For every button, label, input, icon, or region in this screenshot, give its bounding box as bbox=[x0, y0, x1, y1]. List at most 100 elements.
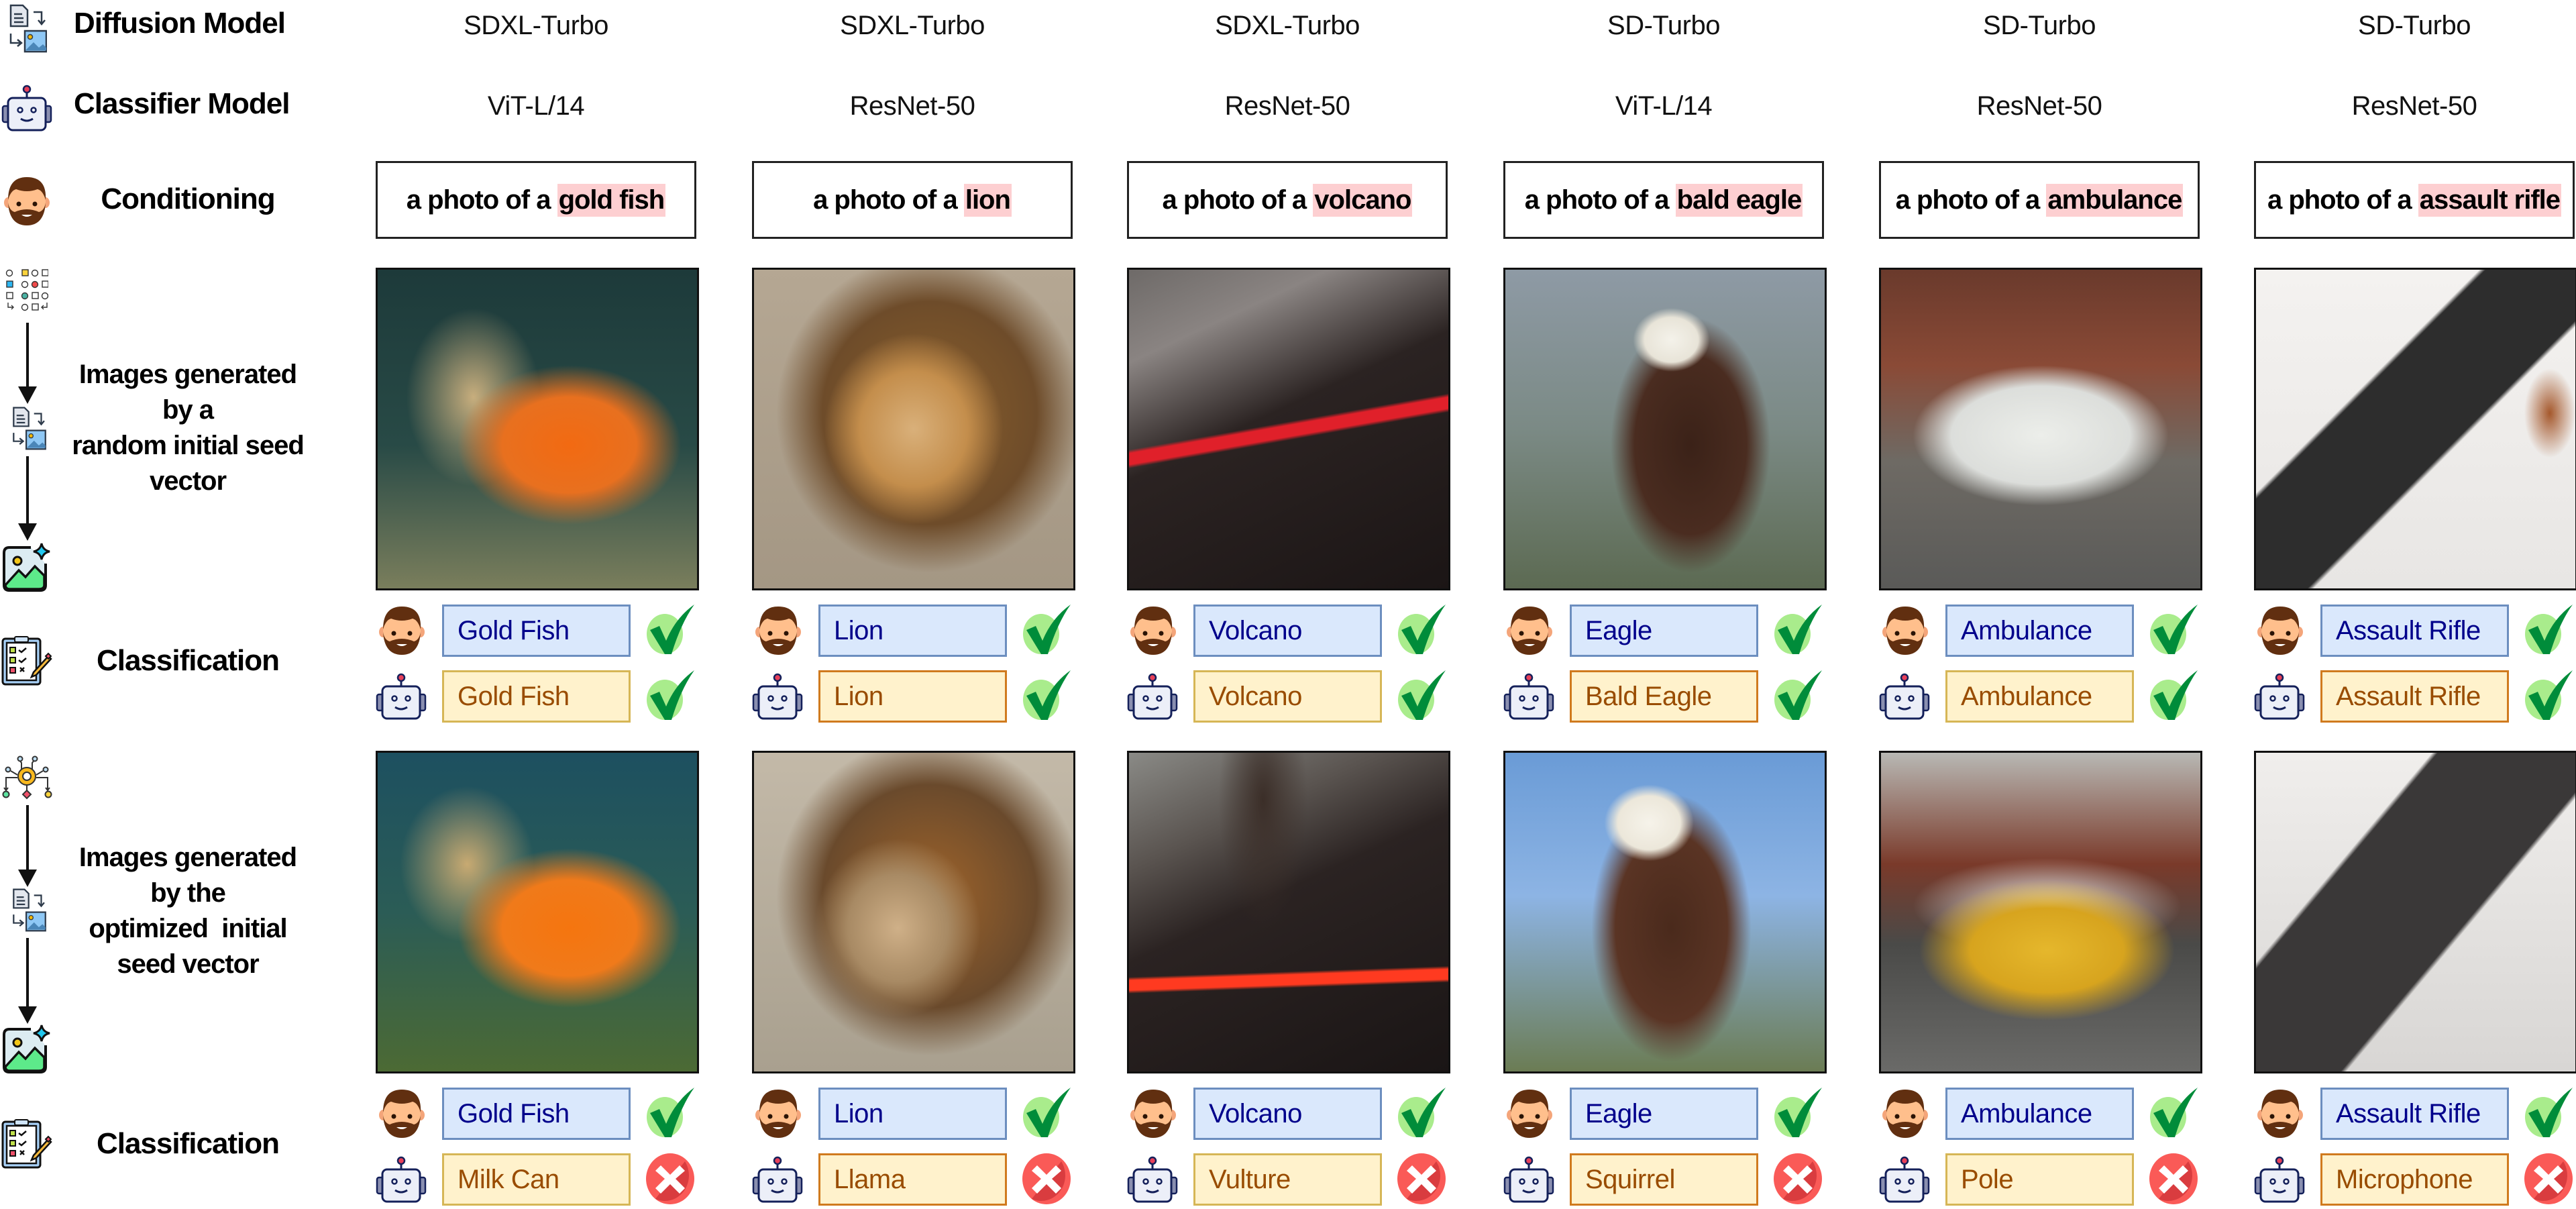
prompt-object-highlight: bald eagle bbox=[1675, 183, 1803, 217]
label-line: vector bbox=[149, 466, 227, 496]
check-icon bbox=[645, 1086, 697, 1143]
generated-image-icon bbox=[1, 541, 52, 593]
prompt-prefix: a photo of a bbox=[406, 185, 551, 215]
flow-arrow-line bbox=[26, 323, 29, 390]
classifier-label: Pole bbox=[1945, 1153, 2134, 1206]
classifier-model-name: ResNet-50 bbox=[1224, 91, 1350, 121]
conditioning-prompt-box: a photo of a volcano bbox=[1127, 161, 1448, 239]
conditioning-prompt-box: a photo of a ambulance bbox=[1879, 161, 2200, 239]
human-label: Volcano bbox=[1193, 604, 1382, 657]
generated-image-optimized bbox=[1127, 751, 1450, 1073]
classifier-model-name: ViT-L/14 bbox=[1615, 91, 1713, 121]
human-label: Ambulance bbox=[1945, 604, 2134, 657]
prompt-object-highlight: lion bbox=[963, 183, 1012, 217]
prompt-object-highlight: gold fish bbox=[557, 183, 666, 217]
row-label-classification: Classification bbox=[96, 1127, 280, 1160]
prompt-object-highlight: ambulance bbox=[2046, 183, 2184, 217]
row-label-random-seed-images: Images generated by a random initial see… bbox=[60, 357, 315, 499]
human-label: Lion bbox=[818, 1088, 1007, 1140]
human-face-icon bbox=[1129, 1088, 1177, 1143]
prompt-object-highlight: assault rifle bbox=[2418, 183, 2562, 217]
classifier-label: Milk Can bbox=[442, 1153, 631, 1206]
prompt-prefix: a photo of a bbox=[2267, 185, 2412, 215]
check-icon bbox=[645, 603, 697, 660]
row-label-optimized-seed-images: Images generated by the optimized initia… bbox=[60, 840, 315, 982]
prompt-prefix: a photo of a bbox=[813, 185, 958, 215]
row-label-conditioning: Conditioning bbox=[101, 182, 275, 215]
flow-arrow-head bbox=[18, 1006, 37, 1024]
check-icon bbox=[645, 669, 697, 726]
classifier-model-name: ResNet-50 bbox=[2351, 91, 2477, 121]
generated-image-random bbox=[1879, 268, 2202, 590]
robot-icon bbox=[2254, 672, 2305, 725]
classifier-label: Squirrel bbox=[1570, 1153, 1758, 1206]
check-icon bbox=[2523, 1086, 2575, 1143]
check-icon bbox=[1396, 603, 1448, 660]
generated-image-icon bbox=[1, 1022, 52, 1075]
check-icon bbox=[1396, 1086, 1448, 1143]
human-label: Gold Fish bbox=[442, 1088, 631, 1140]
classifier-label: Assault Rifle bbox=[2320, 670, 2509, 723]
robot-icon bbox=[752, 1155, 803, 1208]
generated-image-random bbox=[376, 268, 699, 590]
human-label: Ambulance bbox=[1945, 1088, 2134, 1140]
check-icon bbox=[2523, 669, 2575, 726]
flow-arrow-line bbox=[26, 938, 29, 1009]
row-label-classification: Classification bbox=[96, 644, 280, 677]
text-to-image-icon bbox=[7, 405, 47, 451]
cross-icon bbox=[1772, 1152, 1823, 1209]
label-line: by the bbox=[150, 878, 226, 908]
check-icon bbox=[1021, 603, 1073, 660]
check-icon bbox=[1772, 1086, 1825, 1143]
text-to-image-icon bbox=[4, 3, 48, 54]
cross-icon bbox=[1396, 1152, 1447, 1209]
classifier-label: Bald Eagle bbox=[1570, 670, 1758, 723]
human-face-icon bbox=[754, 1088, 802, 1143]
human-label: Volcano bbox=[1193, 1088, 1382, 1140]
generated-image-random bbox=[1503, 268, 1827, 590]
robot-icon bbox=[1503, 672, 1554, 725]
prompt-prefix: a photo of a bbox=[1524, 185, 1670, 215]
robot-icon bbox=[376, 672, 427, 725]
classifier-model-name: ResNet-50 bbox=[849, 91, 975, 121]
robot-icon bbox=[1127, 1155, 1178, 1208]
check-icon bbox=[2523, 603, 2575, 660]
conditioning-prompt-box: a photo of a bald eagle bbox=[1503, 161, 1824, 239]
diffusion-model-name: SDXL-Turbo bbox=[840, 11, 985, 40]
text-to-image-icon bbox=[7, 887, 47, 933]
check-icon bbox=[1021, 669, 1073, 726]
classifier-model-name: ResNet-50 bbox=[1976, 91, 2102, 121]
human-face-icon bbox=[1881, 1088, 1929, 1143]
random-seed-grid-icon bbox=[5, 268, 49, 315]
human-label: Gold Fish bbox=[442, 604, 631, 657]
classifier-label: Gold Fish bbox=[442, 670, 631, 723]
human-label: Eagle bbox=[1570, 1088, 1758, 1140]
robot-icon bbox=[2254, 1155, 2305, 1208]
human-face-icon bbox=[378, 604, 426, 660]
cross-icon bbox=[645, 1152, 696, 1209]
conditioning-prompt-box: a photo of a assault rifle bbox=[2254, 161, 2575, 239]
check-icon bbox=[2148, 1086, 2200, 1143]
human-face-icon bbox=[378, 1088, 426, 1143]
diffusion-model-name: SDXL-Turbo bbox=[1215, 11, 1360, 40]
flow-arrow-head bbox=[18, 870, 37, 887]
row-label-classifier-model: Classifier Model bbox=[74, 87, 290, 120]
conditioning-prompt-box: a photo of a gold fish bbox=[376, 161, 696, 239]
robot-icon bbox=[376, 1155, 427, 1208]
generated-image-optimized bbox=[752, 751, 1075, 1073]
generated-image-random bbox=[752, 268, 1075, 590]
check-icon bbox=[1772, 669, 1825, 726]
generated-image-optimized bbox=[2254, 751, 2576, 1073]
robot-icon bbox=[752, 672, 803, 725]
human-face-icon bbox=[2256, 604, 2304, 660]
label-line: seed vector bbox=[117, 949, 259, 979]
check-icon bbox=[2148, 603, 2200, 660]
check-icon bbox=[1396, 669, 1448, 726]
human-face-icon bbox=[1505, 604, 1554, 660]
diffusion-model-name: SD-Turbo bbox=[1607, 11, 1720, 40]
human-face-icon bbox=[1505, 1088, 1554, 1143]
human-face-icon bbox=[1129, 604, 1177, 660]
generated-image-optimized bbox=[1879, 751, 2202, 1073]
human-face-icon bbox=[3, 176, 51, 227]
flow-arrow-line bbox=[26, 805, 29, 872]
